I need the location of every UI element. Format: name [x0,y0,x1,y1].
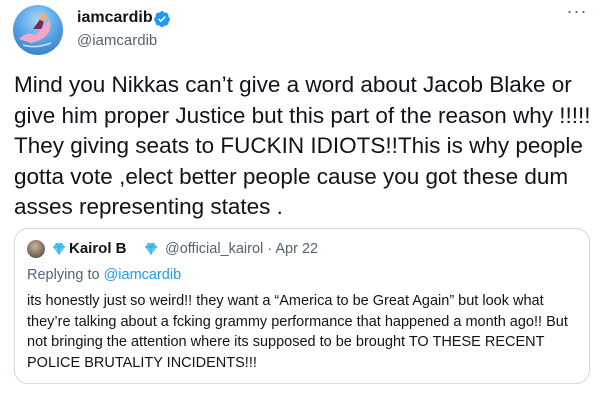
diamond-icon [53,242,65,255]
quoted-author-avatar[interactable] [27,240,45,258]
replying-to: Replying to @iamcardib [27,267,181,283]
tweet-card[interactable]: iamcardib @iamcardib ··· Mind you Nikkas… [0,0,602,400]
quoted-author-handle-date[interactable]: @official_kairol · Apr 22 [165,241,318,257]
replying-mention-link[interactable]: @iamcardib [104,267,182,283]
author-avatar[interactable] [13,5,63,55]
more-icon[interactable]: ··· [565,2,589,22]
author-handle[interactable]: @iamcardib [77,32,157,49]
verified-badge-icon [154,11,170,28]
diamond-icon [145,242,157,255]
author-name[interactable]: iamcardib [77,9,153,27]
replying-prefix: Replying to [27,267,104,283]
quoted-tweet-text: its honestly just so weird!! they want a… [27,293,568,371]
quoted-author-name[interactable]: Kairol B [69,240,127,257]
quoted-tweet[interactable]: Kairol B @official_kairol · Apr 22 Reply… [14,228,590,384]
tweet-text: Mind you Nikkas can’t give a word about … [14,72,591,219]
